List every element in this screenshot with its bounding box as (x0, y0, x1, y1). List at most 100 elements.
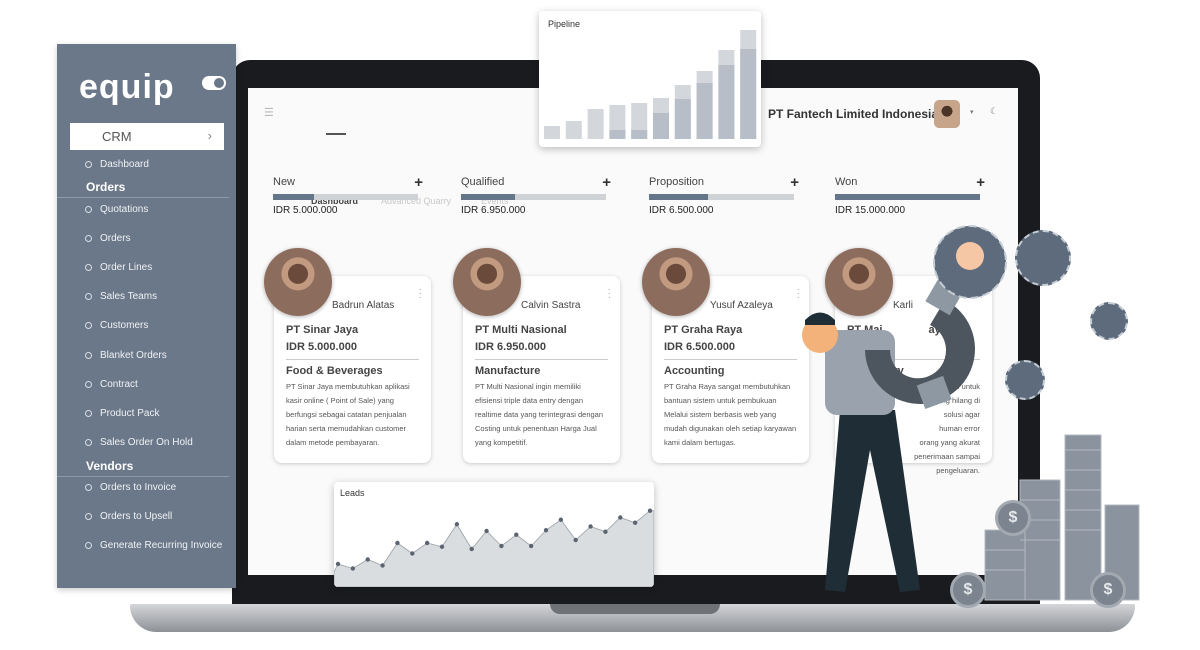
stage-progress-fill (273, 194, 314, 200)
sidebar-item-label: Quotations (100, 204, 149, 215)
sidebar: equip CRM › Dashboard Orders Quotations Orde… (57, 44, 236, 588)
sidebar-item-label: Contract (100, 379, 138, 390)
dark-mode-icon[interactable]: ☾ (990, 106, 998, 117)
laptop-notch (550, 604, 720, 614)
circle-bullet-icon (85, 513, 92, 520)
sidebar-item[interactable]: Contract (85, 379, 138, 390)
stage-label: New (273, 176, 296, 188)
stage-progress-fill (649, 194, 709, 200)
contact-name: Badrun Alatas (332, 300, 395, 311)
dollar-coin-icon: $ (995, 500, 1031, 536)
stage-amount: IDR 6.500.000 (649, 205, 714, 216)
sidebar-item[interactable]: Order Lines (85, 262, 152, 273)
leads-point (543, 528, 549, 533)
module-selector-crm[interactable]: CRM › (70, 123, 224, 150)
contact-photo (453, 248, 521, 316)
chevron-right-icon: › (207, 128, 212, 143)
pipeline-bar (544, 126, 560, 139)
sidebar-item[interactable]: Orders (85, 233, 131, 244)
card-value: IDR 6.950.000 (475, 341, 608, 360)
equip-logo: equip (79, 68, 175, 106)
pipeline-panel: Pipeline (539, 11, 761, 147)
leads-point (484, 528, 489, 534)
stage-progress-bar (835, 194, 980, 200)
stage-progress-bar (649, 194, 794, 200)
leads-chart (334, 508, 654, 587)
card-industry: Manufacture (475, 365, 541, 377)
leads-point (558, 517, 564, 522)
leads-point (514, 532, 519, 537)
sidebar-section-heading: Vendors (86, 459, 134, 473)
leads-area (334, 510, 654, 587)
sidebar-toggle[interactable] (202, 76, 226, 90)
card-description: PT Multi Nasional ingin memiliki efisien… (475, 382, 603, 447)
pipeline-bar (565, 121, 582, 139)
sidebar-item-label: Sales Teams (100, 291, 158, 302)
circle-bullet-icon (85, 322, 92, 329)
pipeline-stage: Won + IDR 15.000.000 (835, 174, 985, 216)
circle-bullet-icon (85, 264, 92, 271)
woman-avatar-icon (1005, 360, 1045, 400)
stage-label: Won (835, 176, 858, 188)
leads-point (499, 543, 504, 549)
pipeline-bar-segment (631, 130, 648, 139)
pipeline-stage: Proposition + IDR 6.500.000 (649, 174, 799, 216)
leads-point (647, 508, 653, 513)
leads-point (350, 566, 356, 571)
add-icon[interactable]: + (414, 174, 423, 191)
leads-point (618, 515, 623, 520)
add-icon[interactable]: + (602, 174, 611, 191)
sidebar-item[interactable]: Customers (85, 320, 148, 331)
leads-point (528, 543, 534, 549)
add-icon[interactable]: + (790, 174, 799, 191)
pipeline-stage: Qualified + IDR 6.950.000 (461, 174, 611, 216)
circle-bullet-icon (85, 235, 92, 242)
sidebar-item-label: Orders (100, 233, 131, 244)
sidebar-section-heading: Orders (86, 180, 126, 194)
pipeline-bar-segment (696, 83, 713, 139)
leads-point (439, 544, 445, 549)
sidebar-item[interactable]: Dashboard (85, 159, 149, 170)
dropdown-caret-icon[interactable]: ▾ (970, 108, 974, 116)
sidebar-item-label: Order Lines (100, 262, 153, 273)
sidebar-item[interactable]: Blanket Orders (85, 350, 167, 361)
pipeline-bar (587, 109, 604, 139)
card-description: PT Sinar Jaya membutuhkan aplikasi kasir… (286, 382, 410, 447)
leads-point (380, 563, 385, 568)
sidebar-item-label: Blanket Orders (100, 350, 167, 361)
leads-point (424, 540, 430, 546)
sidebar-item[interactable]: Sales Order On Hold (85, 437, 193, 448)
sidebar-item[interactable]: Sales Teams (85, 291, 157, 302)
circle-bullet-icon (85, 410, 92, 417)
sidebar-item[interactable]: Orders to Invoice (85, 482, 176, 493)
sidebar-item[interactable]: Quotations (85, 204, 148, 215)
circle-bullet-icon (85, 206, 92, 213)
woman-avatar-icon (1090, 302, 1128, 340)
leads-point (603, 529, 608, 534)
dollar-coin-icon: $ (950, 572, 986, 608)
leads-point (395, 540, 400, 546)
contact-name: Yusuf Azaleya (710, 300, 773, 311)
card-value: IDR 5.000.000 (286, 341, 419, 360)
menu-icon[interactable]: ☰ (264, 106, 274, 119)
sidebar-item[interactable]: Product Pack (85, 408, 159, 419)
pipeline-bar-segment (674, 99, 691, 139)
sidebar-item[interactable]: Generate Recurring Invoice (85, 540, 222, 551)
card-company: PT Multi Nasional (475, 324, 567, 336)
stage-progress-fill (461, 194, 515, 200)
sidebar-item-label: Orders to Invoice (100, 482, 177, 493)
pipeline-bar-segment (653, 113, 669, 139)
pipeline-bar-segment (718, 65, 735, 139)
leads-point (365, 557, 370, 562)
circle-bullet-icon (85, 542, 92, 549)
leads-point (335, 561, 341, 567)
sidebar-item[interactable]: Orders to Upsell (85, 511, 172, 522)
sidebar-item-label: Sales Order On Hold (100, 437, 193, 448)
more-options-icon[interactable]: ··· (419, 285, 422, 303)
sidebar-item-label: Dashboard (100, 159, 149, 170)
man-avatar-icon (1015, 230, 1071, 286)
user-avatar[interactable] (934, 100, 960, 128)
more-options-icon[interactable]: ··· (608, 285, 611, 303)
add-icon[interactable]: + (976, 174, 985, 191)
pipeline-chart (544, 30, 757, 139)
